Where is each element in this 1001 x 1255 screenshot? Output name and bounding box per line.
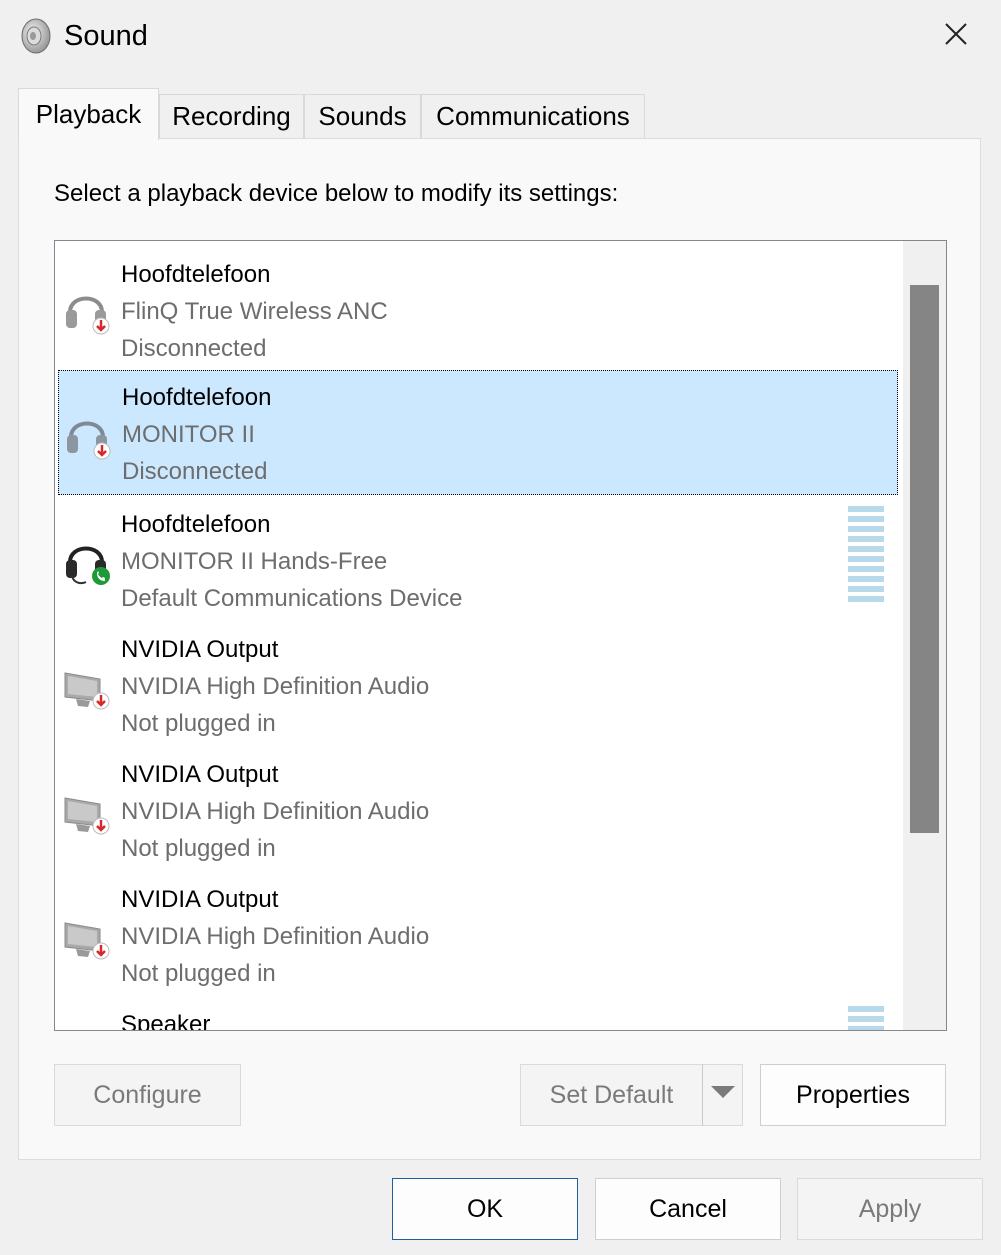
- device-name: NVIDIA Output: [121, 761, 279, 788]
- list-item[interactable]: NVIDIA Output NVIDIA High Definition Aud…: [56, 621, 904, 746]
- list-item[interactable]: Hoofdtelefoon MONITOR II Hands-Free Defa…: [56, 496, 904, 621]
- close-button[interactable]: [930, 12, 982, 60]
- tab-sounds[interactable]: Sounds: [304, 94, 421, 138]
- tab-label: Sounds: [318, 101, 407, 131]
- volume-level-meter: [848, 1006, 884, 1030]
- device-name: Hoofdtelefoon: [121, 511, 271, 538]
- apply-button-label: Apply: [858, 1194, 922, 1223]
- device-description: MONITOR II Hands-Free: [121, 548, 388, 575]
- device-description: NVIDIA High Definition Audio: [121, 923, 430, 950]
- configure-button[interactable]: Configure: [54, 1064, 241, 1126]
- headset-communications-icon: [62, 532, 110, 586]
- tab-communications[interactable]: Communications: [421, 94, 645, 138]
- device-name: NVIDIA Output: [121, 886, 279, 913]
- properties-button[interactable]: Properties: [760, 1064, 946, 1126]
- cancel-button-label: Cancel: [649, 1194, 727, 1223]
- cancel-button[interactable]: Cancel: [595, 1178, 781, 1240]
- tab-playback[interactable]: Playback: [18, 88, 159, 140]
- instruction-text: Select a playback device below to modify…: [54, 180, 619, 207]
- device-status: Not plugged in: [121, 710, 276, 737]
- device-description: FlinQ True Wireless ANC: [121, 298, 388, 325]
- headphones-disconnected-icon: [63, 407, 111, 461]
- ok-button[interactable]: OK: [392, 1178, 578, 1240]
- list-item[interactable]: NVIDIA Output NVIDIA High Definition Aud…: [56, 871, 904, 996]
- list-item-selected[interactable]: Hoofdtelefoon MONITOR II Disconnected: [58, 370, 898, 495]
- tab-label: Playback: [35, 99, 142, 129]
- scrollbar-thumb[interactable]: [910, 285, 939, 833]
- monitor-unplugged-icon: [62, 782, 110, 836]
- volume-level-meter: [848, 506, 884, 606]
- window-title: Sound: [64, 20, 148, 52]
- device-status: Default Communications Device: [121, 585, 463, 612]
- tab-label: Recording: [172, 101, 291, 131]
- device-description: NVIDIA High Definition Audio: [121, 798, 430, 825]
- set-default-dropdown[interactable]: [702, 1064, 743, 1126]
- properties-button-label: Properties: [796, 1080, 910, 1109]
- chevron-down-icon: [710, 1085, 735, 1105]
- monitor-unplugged-icon: [62, 657, 110, 711]
- list-item[interactable]: Speaker: [56, 996, 904, 1031]
- device-name: Hoofdtelefoon: [121, 261, 271, 288]
- device-status: Disconnected: [121, 335, 267, 362]
- ok-button-label: OK: [466, 1194, 504, 1223]
- device-description: NVIDIA High Definition Audio: [121, 673, 430, 700]
- device-list-scrollbar[interactable]: [903, 241, 946, 1030]
- title-bar: Sound: [0, 0, 1001, 72]
- configure-button-label: Configure: [93, 1080, 202, 1109]
- list-item[interactable]: NVIDIA Output NVIDIA High Definition Aud…: [56, 746, 904, 871]
- device-name: Hoofdtelefoon: [122, 384, 272, 411]
- speaker-icon: [20, 18, 52, 54]
- headphones-disconnected-icon: [62, 282, 110, 336]
- tab-recording[interactable]: Recording: [159, 94, 304, 138]
- set-default-button[interactable]: Set Default: [520, 1064, 703, 1126]
- device-status: Not plugged in: [121, 960, 276, 987]
- device-status: Disconnected: [122, 458, 268, 485]
- close-icon: [945, 22, 967, 50]
- device-name: NVIDIA Output: [121, 636, 279, 663]
- device-description: MONITOR II: [122, 421, 255, 448]
- set-default-button-label: Set Default: [549, 1080, 674, 1109]
- monitor-unplugged-icon: [62, 907, 110, 961]
- device-list[interactable]: Hoofdtelefoon FlinQ True Wireless ANC Di…: [54, 240, 947, 1031]
- tab-label: Communications: [436, 101, 630, 131]
- apply-button[interactable]: Apply: [797, 1178, 983, 1240]
- device-name: Speaker: [121, 1011, 211, 1031]
- list-item[interactable]: Hoofdtelefoon FlinQ True Wireless ANC Di…: [56, 246, 904, 371]
- device-status: Not plugged in: [121, 835, 276, 862]
